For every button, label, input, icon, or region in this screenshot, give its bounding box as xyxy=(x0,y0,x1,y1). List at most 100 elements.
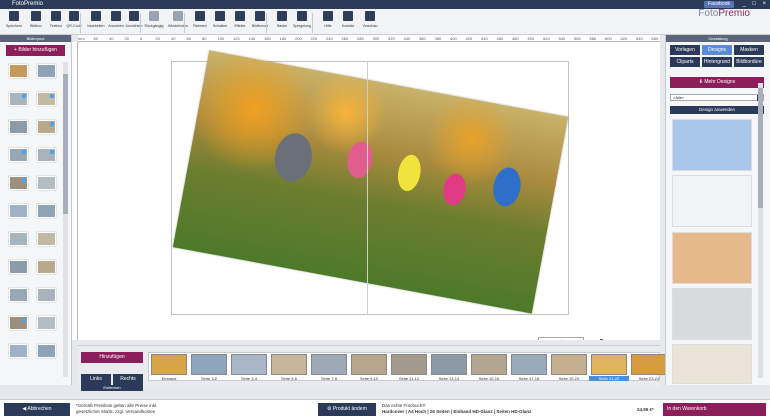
tab-masken[interactable]: Masken xyxy=(734,45,764,55)
toolbar-button-grid[interactable]: Raster xyxy=(272,11,292,34)
toolbar-button-qrcode[interactable]: QR-Code xyxy=(64,11,84,34)
preview-icon xyxy=(365,11,375,21)
panel-header: Bilderpool xyxy=(0,35,71,42)
ruler-tick-label: 340 xyxy=(403,36,411,41)
tab-vorlagen[interactable]: Vorlagen xyxy=(670,45,700,55)
photo-pool-scrollbar[interactable] xyxy=(63,62,68,377)
tab-cliparts[interactable]: Cliparts xyxy=(670,57,700,67)
photo-thumbnail[interactable] xyxy=(37,232,56,246)
apply-design-button[interactable]: Design anwenden xyxy=(670,106,764,114)
photo-thumbnail[interactable] xyxy=(37,120,56,134)
used-badge-icon xyxy=(22,318,26,322)
add-photos-button[interactable]: + Bilder hinzufügen xyxy=(6,45,65,56)
toolbar-button-preview[interactable]: Vorschau xyxy=(360,11,380,34)
toolbar-button-save[interactable]: Speichern xyxy=(4,11,24,34)
page-label: Seite 9-10 xyxy=(359,376,379,381)
ruler-tick-label: 40 xyxy=(171,36,176,41)
ruler-tick-label: 500 xyxy=(527,36,535,41)
ruler-tick-label: 460 xyxy=(496,36,504,41)
ruler-tick-label: 0 xyxy=(140,36,143,41)
toolbar-button-phone[interactable]: Kontakt xyxy=(338,11,358,34)
photo-thumbnail[interactable] xyxy=(9,344,28,358)
ruler-tick-label: 620 xyxy=(620,36,628,41)
toolbar-button-undo[interactable]: Rückgängig xyxy=(144,11,164,34)
design-template[interactable] xyxy=(672,288,752,340)
ruler-tick-label: 380 xyxy=(434,36,442,41)
ruler-tick-label: 400 xyxy=(450,36,457,41)
photo-thumbnail[interactable] xyxy=(9,92,28,106)
toolbar-button-redo[interactable]: Wiederholen xyxy=(168,11,188,34)
design-filter-select[interactable]: <Alle> xyxy=(670,94,764,101)
frame-icon xyxy=(195,11,205,21)
maximize-icon[interactable]: □ xyxy=(752,0,756,9)
photo-thumbnail[interactable] xyxy=(37,92,56,106)
photo-thumbnail[interactable] xyxy=(37,288,56,302)
page-preview xyxy=(391,354,427,375)
tab-designs[interactable]: Designs xyxy=(702,45,732,55)
photo-thumbnail[interactable] xyxy=(9,176,28,190)
photo-thumbnail[interactable] xyxy=(37,64,56,78)
move-left-button[interactable]: Links xyxy=(81,374,111,385)
design-scrollbar[interactable] xyxy=(758,83,763,378)
photo-thumbnail[interactable] xyxy=(9,316,28,330)
more-designs-button[interactable]: ⬇ Mehr Designs xyxy=(670,77,764,88)
cancel-button[interactable]: ◀ Abbrechen xyxy=(4,403,70,416)
photo-thumbnail[interactable] xyxy=(9,120,28,134)
used-badge-icon xyxy=(22,150,26,154)
photo-thumbnail[interactable] xyxy=(37,148,56,162)
ruler-tick-label: 20 xyxy=(124,36,129,41)
toolbar-button-help[interactable]: Hilfe xyxy=(318,11,338,34)
photo-thumbnail[interactable] xyxy=(37,176,56,190)
photo-thumbnail[interactable] xyxy=(9,260,28,274)
toolbar-separator xyxy=(184,13,185,33)
close-icon[interactable]: × xyxy=(762,0,766,9)
used-badge-icon xyxy=(22,178,26,182)
panel-header: Gestaltung xyxy=(666,35,770,42)
photo-thumbnail[interactable] xyxy=(37,344,56,358)
toolbar-button-edit[interactable]: bearbeiten xyxy=(86,11,106,34)
toolbar-button-photos[interactable]: Bildbox xyxy=(26,11,46,34)
toolbar-button-shadow[interactable]: Schatten xyxy=(210,11,230,34)
toolbar-button-mirror[interactable]: Spiegelung xyxy=(292,11,312,34)
move-right-button[interactable]: Rechts xyxy=(113,374,143,385)
page-label: Seite 17-18 xyxy=(518,376,540,381)
brand-logo: FotoPremio xyxy=(698,8,750,19)
design-template[interactable] xyxy=(672,175,752,227)
align-icon xyxy=(129,11,139,21)
page-label: Seite 21-22 xyxy=(589,376,629,381)
page-label: Seite 5-6 xyxy=(280,376,297,381)
design-template[interactable] xyxy=(672,232,752,284)
change-product-button[interactable]: ⚙ Produkt ändern xyxy=(318,403,376,416)
add-to-cart-button[interactable]: In den Warenkorb xyxy=(663,403,766,416)
photo-thumbnail[interactable] xyxy=(37,316,56,330)
toolbar-button-arrange[interactable]: Anordnen xyxy=(106,11,126,34)
remove-page-button[interactable]: Entfernen xyxy=(81,385,143,391)
toolbar-button-text[interactable]: Textbox xyxy=(46,11,66,34)
page-label: Seite 3-4 xyxy=(240,376,257,381)
photo-thumbnail[interactable] xyxy=(9,288,28,302)
add-page-button[interactable]: Hinzufügen xyxy=(81,352,143,363)
photo-thumbnail[interactable] xyxy=(9,204,28,218)
photo-thumbnail[interactable] xyxy=(9,64,28,78)
tab-hintergrund[interactable]: Hintergrund xyxy=(702,57,732,67)
tab-bildbordüre[interactable]: Bildbordüre xyxy=(734,57,764,67)
page-preview xyxy=(271,354,307,375)
toolbar-separator xyxy=(140,13,141,33)
photo-pool-panel: Bilderpool + Bilder hinzufügen xyxy=(0,35,72,385)
toolbar-button-align[interactable]: Ausrichten xyxy=(124,11,144,34)
facebook-button[interactable]: Facebook xyxy=(704,1,734,8)
photo-thumbnail[interactable] xyxy=(37,260,56,274)
design-template[interactable] xyxy=(672,344,752,384)
ruler-tick-label: 280 xyxy=(357,36,364,41)
toolbar-button-format[interactable]: Bildformat xyxy=(250,11,270,34)
toolbar-button-frame[interactable]: Rahmen xyxy=(190,11,210,34)
edit-icon xyxy=(91,11,101,21)
page-preview xyxy=(311,354,347,375)
photo-thumbnail[interactable] xyxy=(9,232,28,246)
price: 24,95 €* xyxy=(637,407,654,412)
ruler-tick-label: 640 xyxy=(636,36,643,41)
design-template[interactable] xyxy=(672,119,752,171)
photo-thumbnail[interactable] xyxy=(9,148,28,162)
toolbar-button-effects[interactable]: Effekte xyxy=(230,11,250,34)
photo-thumbnail[interactable] xyxy=(37,204,56,218)
